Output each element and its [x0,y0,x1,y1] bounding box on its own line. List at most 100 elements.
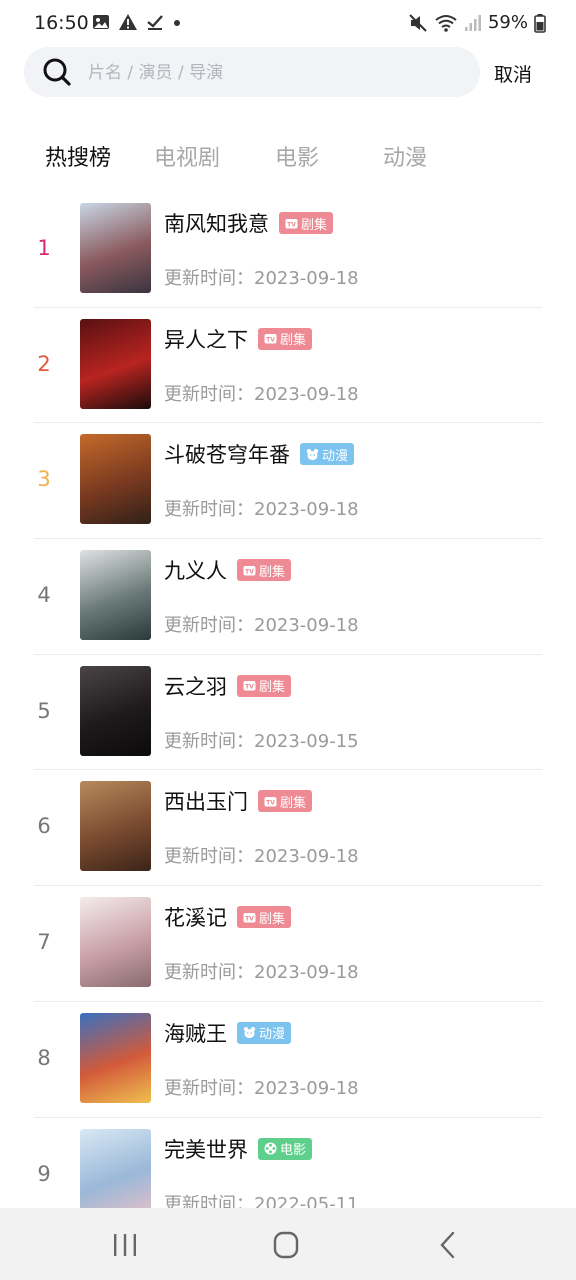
poster-thumbnail[interactable] [80,897,151,988]
rank-number: 4 [37,583,51,608]
list-item[interactable]: 3 斗破苍穹年番 动漫更新时间：2023-09-18 [0,423,576,539]
update-prefix: 更新时间： [164,383,254,405]
list-item[interactable]: 7 花溪记 TV 剧集更新时间：2023-09-18 [0,886,576,1002]
update-time: 更新时间：2023-09-15 [164,727,359,753]
update-prefix: 更新时间： [164,268,254,289]
update-date: 2023-09-18 [254,615,359,637]
signal-icon [464,14,481,31]
list-item[interactable]: 2 异人之下 TV 剧集 更新时间：2023-09-18 [0,308,576,424]
update-date: 2023-09-18 [254,499,359,521]
list-item[interactable]: 5 云之羽 TV 剧集 更新时间：2023-09-15 [0,655,576,771]
update-prefix: 更新时间： [164,499,254,521]
list-item[interactable]: 1 南风知我意 TV 剧集更新时间：2023-09-18 [0,192,576,308]
check-icon [147,15,163,30]
home-icon[interactable] [266,1230,306,1260]
bear-icon [306,448,319,461]
svg-text:TV: TV [266,337,275,344]
badge-label: 动漫 [322,448,349,464]
update-date: 2023-09-18 [254,268,359,289]
dot-icon [174,20,180,26]
poster-thumbnail[interactable] [80,318,151,409]
rank-number: 7 [37,930,51,955]
update-time: 更新时间：2023-09-18 [164,495,359,521]
svg-text:TV: TV [266,800,275,807]
item-title[interactable]: 九义人 [164,555,227,585]
item-title[interactable]: 斗破苍穹年番 [164,439,290,469]
badge-label: 剧集 [301,217,328,233]
badge-label: 剧集 [259,680,286,696]
tv-icon: TV [243,679,256,692]
update-date: 2023-09-18 [254,962,359,984]
wifi-icon [435,14,457,32]
update-date: 2023-09-15 [254,730,359,752]
tab-hot-search[interactable]: 热搜榜 [45,140,111,172]
rank-number: 1 [37,236,51,260]
list-item[interactable]: 8 海贼王 动漫更新时间：2023-09-18 [0,1002,576,1118]
category-badge: TV 剧集 [279,212,334,234]
item-title[interactable]: 海贼王 [164,1018,227,1048]
film-reel-icon [264,1142,277,1155]
poster-thumbnail[interactable] [80,203,151,293]
tv-icon: TV [264,795,277,808]
update-time: 更新时间：2023-09-18 [164,264,359,290]
battery-icon [534,13,546,33]
poster-thumbnail[interactable] [80,434,151,525]
badge-label: 剧集 [280,333,307,349]
list-item[interactable]: 4 九义人 TV 剧集 更新时间：2023-09-18 [0,539,576,655]
item-title[interactable]: 异人之下 [164,324,248,354]
poster-thumbnail[interactable] [80,550,151,641]
category-badge: 电影 [258,1137,313,1160]
update-time: 更新时间：2023-09-18 [164,842,359,868]
update-date: 2023-09-18 [254,1077,359,1099]
category-badge: 动漫 [237,1021,292,1044]
tv-icon: TV [243,564,256,577]
item-title[interactable]: 花溪记 [164,902,227,932]
badge-label: 剧集 [280,795,307,811]
back-icon[interactable] [428,1230,468,1260]
svg-text:TV: TV [245,684,254,691]
update-time: 更新时间：2023-09-18 [164,958,359,984]
badge-label: 剧集 [259,911,286,927]
poster-thumbnail[interactable] [80,781,151,872]
update-prefix: 更新时间： [164,730,254,752]
update-date: 2023-09-18 [254,383,359,405]
search-input[interactable] [86,57,460,89]
svg-text:TV: TV [245,568,254,575]
category-badge: TV 剧集 [237,559,292,582]
item-title[interactable]: 西出玉门 [164,786,248,816]
svg-text:TV: TV [287,221,296,228]
tv-icon: TV [243,911,256,924]
tv-icon: TV [264,332,277,345]
badge-label: 剧集 [259,564,286,580]
item-title[interactable]: 云之羽 [164,671,227,701]
poster-thumbnail[interactable] [80,665,151,756]
tab-anime[interactable]: 动漫 [383,140,427,172]
navigation-bar [0,1208,576,1280]
item-title[interactable]: 完美世界 [164,1134,248,1164]
update-time: 更新时间：2023-09-18 [164,1074,359,1100]
update-prefix: 更新时间： [164,846,254,868]
update-prefix: 更新时间： [164,962,254,984]
item-title[interactable]: 南风知我意 [164,208,269,238]
rank-number: 3 [37,467,51,492]
poster-thumbnail[interactable] [80,1012,151,1103]
tab-movies[interactable]: 电影 [275,140,319,172]
battery-percent: 59% [487,12,528,33]
badge-label: 电影 [280,1143,307,1158]
rank-number: 9 [37,1161,51,1186]
status-bar: 16:50 59% [0,0,576,48]
list-item[interactable]: 6 西出玉门 TV 剧集更新时间：2023-09-18 [0,770,576,886]
category-badge: TV 剧集 [237,674,292,697]
recent-apps-icon[interactable] [105,1230,145,1260]
update-prefix: 更新时间： [164,1077,254,1099]
svg-text:TV: TV [245,915,254,922]
cancel-button[interactable]: 取消 [494,60,532,87]
tv-icon: TV [285,217,298,230]
tab-tv-series[interactable]: 电视剧 [154,140,220,172]
rank-number: 6 [37,814,51,839]
poster-thumbnail[interactable] [80,1128,151,1219]
category-badge: TV 剧集 [237,906,292,929]
search-box[interactable] [24,47,480,97]
image-icon [93,15,109,29]
rank-number: 8 [37,1045,51,1070]
